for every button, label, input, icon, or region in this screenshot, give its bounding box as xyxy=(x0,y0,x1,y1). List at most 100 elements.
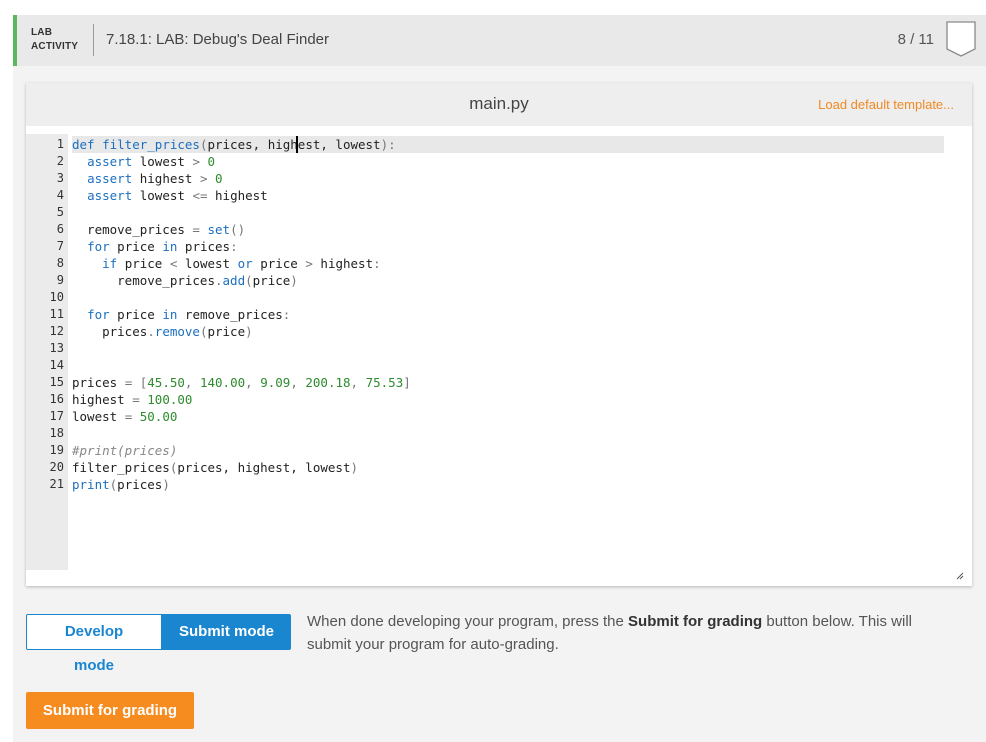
code-text[interactable] xyxy=(72,340,944,357)
code-token: remove_prices xyxy=(72,222,193,237)
code-token: 0 xyxy=(215,171,223,186)
code-token: = xyxy=(132,392,140,407)
code-text[interactable]: remove_prices = set() xyxy=(72,221,944,238)
submit-for-grading-button[interactable]: Submit for grading xyxy=(26,692,194,729)
code-token: highest xyxy=(72,392,133,407)
code-text[interactable]: assert highest > 0 xyxy=(72,170,944,187)
code-token: print xyxy=(72,477,110,492)
code-token: if xyxy=(102,256,118,271)
code-token: 45.50 xyxy=(147,375,185,390)
submit-mode-button[interactable]: Submit mode xyxy=(162,614,291,650)
code-token: in xyxy=(162,307,178,322)
line-number: 2 xyxy=(56,154,64,168)
editor-toolbar: main.py Load default template... xyxy=(26,83,972,126)
code-text[interactable] xyxy=(72,204,944,221)
code-line[interactable]: 14 xyxy=(26,357,972,374)
resize-handle-icon[interactable] xyxy=(955,571,964,580)
code-token: prices xyxy=(72,324,148,339)
code-token: price xyxy=(109,239,163,254)
code-token: remove_prices xyxy=(72,273,215,288)
code-line[interactable]: 1 def filter_prices(prices, highest, lowe… xyxy=(26,136,972,153)
code-token: remove_prices xyxy=(177,307,283,322)
code-line[interactable]: 21 print(prices) xyxy=(26,476,972,493)
line-number: 9 xyxy=(56,273,64,287)
code-token: ] xyxy=(403,375,411,390)
code-line[interactable]: 12 prices.remove(price) xyxy=(26,323,972,340)
code-token: = xyxy=(192,222,200,237)
code-token: lowest xyxy=(72,409,125,424)
code-token: highest xyxy=(207,188,268,203)
code-token: for xyxy=(87,239,110,254)
load-default-template-link[interactable]: Load default template... xyxy=(818,97,954,112)
code-line[interactable]: 5 xyxy=(26,204,972,221)
code-token: in xyxy=(162,239,178,254)
code-line[interactable]: 6 remove_prices = set() xyxy=(26,221,972,238)
lab-title: 7.18.1: LAB: Debug's Deal Finder xyxy=(106,31,329,48)
code-token: price xyxy=(252,273,291,288)
code-line[interactable]: 11 for price in remove_prices: xyxy=(26,306,972,323)
code-text[interactable] xyxy=(72,357,944,374)
submit-instructions: When done developing your program, press… xyxy=(307,610,957,656)
code-text[interactable]: lowest = 50.00 xyxy=(72,408,944,425)
code-line[interactable]: 17 lowest = 50.00 xyxy=(26,408,972,425)
code-token: #print(prices) xyxy=(72,443,178,458)
line-number: 16 xyxy=(49,392,64,406)
code-area[interactable]: 1 def filter_prices(prices, highest, lowe… xyxy=(26,126,972,586)
code-text[interactable]: filter_prices(prices, highest, lowest) xyxy=(72,459,944,476)
code-line[interactable]: 3 assert highest > 0 xyxy=(26,170,972,187)
code-token: : xyxy=(282,307,291,322)
code-line[interactable]: 15 prices = [45.50, 140.00, 9.09, 200.18,… xyxy=(26,374,972,391)
code-token: assert xyxy=(87,171,133,186)
code-text[interactable]: for price in prices: xyxy=(72,238,944,255)
code-token: price xyxy=(207,324,246,339)
code-token: ) xyxy=(290,273,298,288)
code-token: lowest xyxy=(132,154,193,169)
code-line[interactable]: 10 xyxy=(26,289,972,306)
code-token: prices xyxy=(117,477,163,492)
code-text[interactable]: #print(prices) xyxy=(72,442,944,459)
line-number: 13 xyxy=(49,341,64,355)
code-text[interactable]: prices = [45.50, 140.00, 9.09, 200.18, 7… xyxy=(72,374,944,391)
line-number: 12 xyxy=(49,324,64,338)
code-text[interactable]: prices.remove(price) xyxy=(72,323,944,340)
code-token: . xyxy=(147,324,155,339)
code-token: prices, highest, lowest xyxy=(207,137,381,152)
line-number: 17 xyxy=(49,409,64,423)
code-token: price xyxy=(252,256,306,271)
code-line[interactable]: 8 if price < lowest or price > highest: xyxy=(26,255,972,272)
code-token: , xyxy=(350,375,366,390)
code-token: : xyxy=(373,256,381,271)
code-text[interactable]: highest = 100.00 xyxy=(72,391,944,408)
code-text[interactable] xyxy=(72,289,944,306)
develop-mode-button[interactable]: Develop mode xyxy=(26,614,162,674)
code-text[interactable]: assert lowest <= highest xyxy=(72,187,944,204)
code-text[interactable]: if price < lowest or price > highest: xyxy=(72,255,944,272)
line-number: 1 xyxy=(56,137,64,151)
code-line[interactable]: 20 filter_prices(prices, highest, lowest) xyxy=(26,459,972,476)
code-text[interactable]: remove_prices.add(price) xyxy=(72,272,944,289)
code-token: > xyxy=(192,154,200,169)
code-line[interactable]: 2 assert lowest > 0 xyxy=(26,153,972,170)
code-token: lowest xyxy=(177,256,238,271)
code-line[interactable]: 4 assert lowest <= highest xyxy=(26,187,972,204)
code-line[interactable]: 9 remove_prices.add(price) xyxy=(26,272,972,289)
code-lines[interactable]: 1 def filter_prices(prices, highest, lowe… xyxy=(26,136,972,493)
code-text[interactable]: def filter_prices(prices, highest, lowes… xyxy=(72,136,944,153)
code-text[interactable] xyxy=(72,425,944,442)
code-line[interactable]: 13 xyxy=(26,340,972,357)
code-token: 75.53 xyxy=(365,375,404,390)
code-text[interactable]: print(prices) xyxy=(72,476,944,493)
code-line[interactable]: 7 for price in prices: xyxy=(26,238,972,255)
code-line[interactable]: 16 highest = 100.00 xyxy=(26,391,972,408)
code-token: highest xyxy=(132,171,200,186)
code-line[interactable]: 18 xyxy=(26,425,972,442)
code-token: 200.18 xyxy=(305,375,351,390)
lab-tag-line1: LAB xyxy=(31,27,53,38)
code-line[interactable]: 19 #print(prices) xyxy=(26,442,972,459)
code-text[interactable]: assert lowest > 0 xyxy=(72,153,944,170)
code-text[interactable]: for price in remove_prices: xyxy=(72,306,944,323)
code-token: ) xyxy=(245,324,253,339)
